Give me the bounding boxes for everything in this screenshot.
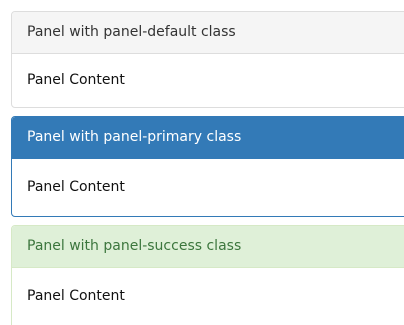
- panel-default-body: Panel Content: [27, 72, 125, 88]
- panel-default-heading: Panel with panel-default class: [12, 12, 404, 54]
- panel-primary-body: Panel Content: [27, 179, 125, 195]
- panel-default: Panel with panel-default class Panel Con…: [11, 11, 404, 108]
- panel-primary: Panel with panel-primary class Panel Con…: [11, 116, 404, 217]
- panel-stack: Panel with panel-default class Panel Con…: [0, 0, 404, 325]
- panel-success-body: Panel Content: [27, 288, 125, 304]
- panel-success: Panel with panel-success class Panel Con…: [11, 225, 404, 325]
- panel-primary-heading: Panel with panel-primary class: [12, 117, 404, 159]
- panel-success-heading: Panel with panel-success class: [12, 226, 404, 268]
